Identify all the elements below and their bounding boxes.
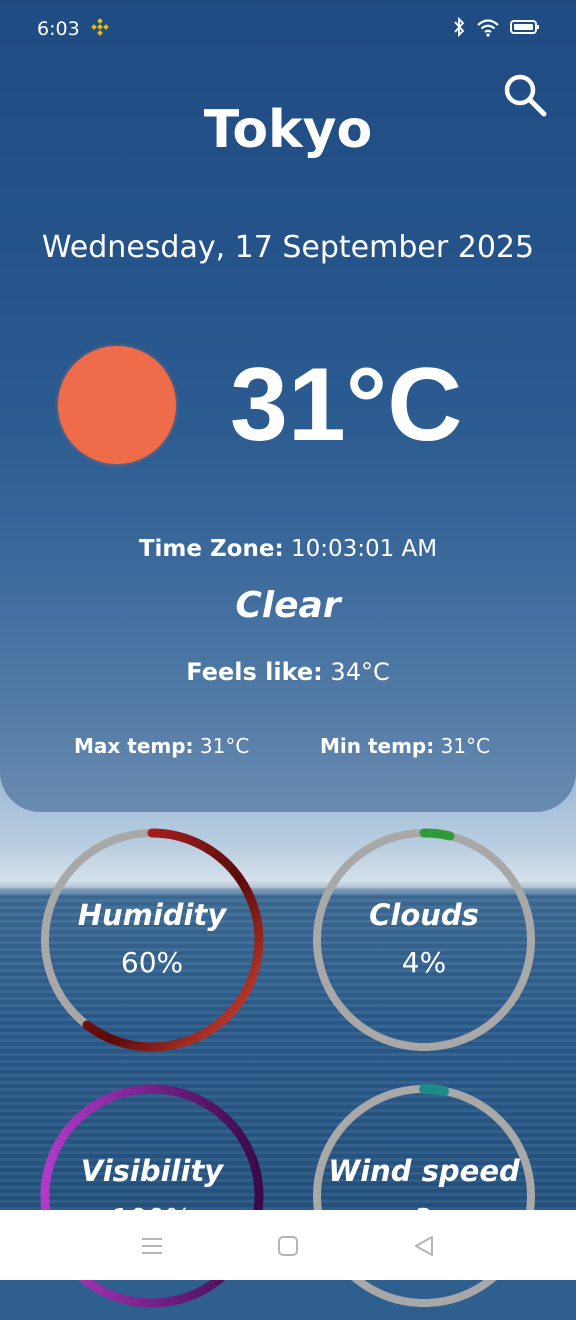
battery-icon (510, 17, 540, 42)
current-temperature: 31°C (230, 347, 463, 463)
feels-like-row: Feels like: 34°C (0, 658, 576, 686)
menu-button[interactable] (138, 1232, 166, 1260)
clouds-label: Clouds (369, 898, 479, 932)
visibility-gauge: Visibility 100% (32, 1076, 272, 1316)
menu-icon (142, 1238, 162, 1254)
humidity-arc (82, 828, 264, 1052)
feels-like-label: Feels like: (186, 658, 323, 686)
clouds-gauge: Clouds 4% (304, 820, 544, 1060)
time-zone-row: Time Zone: 10:03:01 AM (0, 536, 576, 562)
current-date: Wednesday, 17 September 2025 (41, 230, 535, 265)
max-temp: Max temp: 31°C (74, 734, 249, 758)
home-icon (278, 1236, 298, 1256)
max-temp-value: 31°C (199, 734, 250, 758)
min-temp-label: Min temp: (320, 734, 435, 758)
back-button[interactable] (410, 1232, 438, 1260)
max-temp-label: Max temp: (74, 734, 194, 758)
bluetooth-icon (452, 16, 466, 42)
sun-icon (58, 346, 176, 464)
time-zone-value: 10:03:01 AM (290, 536, 438, 562)
wind-speed-arc (419, 1084, 449, 1096)
min-temp-value: 31°C (440, 734, 491, 758)
wifi-icon (476, 17, 500, 42)
clouds-track (313, 829, 535, 1051)
home-button[interactable] (274, 1232, 302, 1260)
humidity-value: 60% (120, 946, 184, 979)
city-title: Tokyo (203, 100, 373, 160)
humidity-label: Humidity (77, 898, 227, 932)
clouds-arc (419, 828, 455, 841)
status-bar: 6:03 (0, 0, 576, 56)
status-time: 6:03 (37, 18, 80, 40)
humidity-gauge: Humidity 60% (32, 820, 272, 1060)
clouds-value: 4% (401, 946, 447, 979)
weather-condition: Clear (235, 585, 341, 626)
visibility-label: Visibility (80, 1154, 224, 1188)
system-navigation-bar (0, 1210, 576, 1280)
time-zone-label: Time Zone: (138, 536, 284, 562)
binance-icon (90, 17, 110, 42)
min-temp: Min temp: 31°C (320, 734, 490, 758)
wind-speed-label: Wind speed (328, 1154, 520, 1188)
feels-like-value: 34°C (330, 658, 390, 686)
back-icon (415, 1236, 433, 1256)
wind-speed-gauge: Wind speed 3 (304, 1076, 544, 1316)
